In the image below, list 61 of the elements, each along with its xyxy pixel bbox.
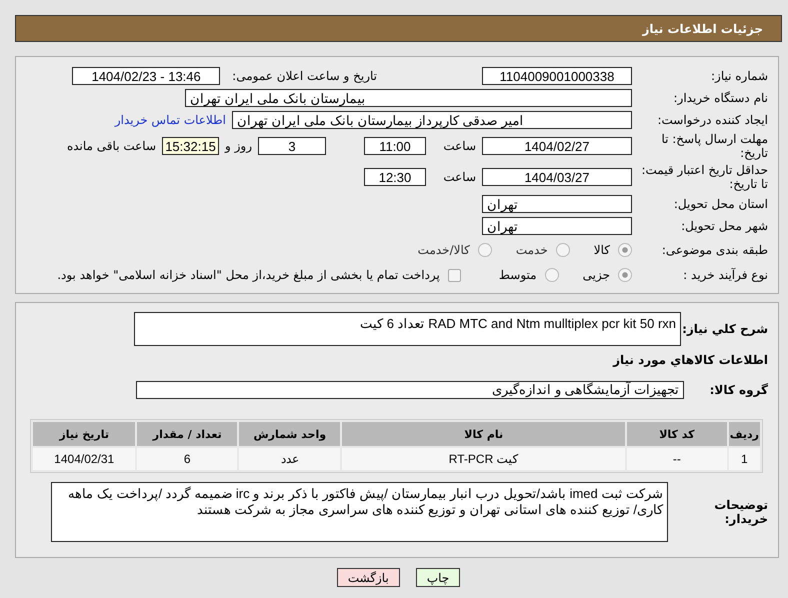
- radio-button[interactable]: [478, 243, 492, 257]
- field-label: حداقل تاریخ اعتبار قیمت: تا تاریخ:: [640, 163, 769, 191]
- field-label: توضیحات خریدار:: [713, 498, 769, 526]
- remaining-time-field: 15:32:15: [162, 137, 219, 155]
- radio-button[interactable]: [618, 243, 632, 257]
- radio-label: كالا: [594, 243, 610, 257]
- field-label: شماره نیاز:: [710, 69, 769, 83]
- days-label: روز و: [225, 139, 252, 153]
- column-header: واحد شمارش: [239, 422, 340, 446]
- deadline-date-field: 1404/02/27: [482, 137, 632, 155]
- field-label: مهلت ارسال پاسخ: تا تاریخ:: [660, 132, 769, 160]
- validity-time-field: 12:30: [364, 168, 426, 186]
- field-label: شرح کلي نياز:: [681, 322, 769, 336]
- column-header: کد کالا: [626, 422, 727, 446]
- table-cell: عدد: [239, 448, 340, 470]
- radio-label: جزیی: [582, 268, 610, 282]
- table-cell: کیت RT-PCR: [342, 448, 625, 470]
- radio-label: كالا/خدمت: [418, 243, 470, 257]
- print-button[interactable]: چاپ: [416, 568, 460, 587]
- field-label: گروه کالا:: [708, 383, 769, 397]
- city-field: تهران: [482, 217, 632, 235]
- field-label: نوع فرآیند خرید :: [682, 268, 769, 282]
- goods-group-field: تجهیزات آزمایشگاهی و اندازه‌گیری: [136, 381, 684, 399]
- need-number-field: 1104009001000338: [482, 67, 632, 85]
- table-cell: 6: [137, 448, 238, 470]
- column-header: تعداد / مقدار: [137, 422, 238, 446]
- field-label: طبقه بندی موضوعی:: [660, 243, 769, 257]
- field-label: ایجاد کننده درخواست:: [656, 113, 769, 127]
- field-label: شهر محل تحویل:: [680, 219, 769, 233]
- column-header: ردیف: [728, 422, 760, 446]
- field-label: نام دستگاه خریدار:: [672, 91, 769, 105]
- buyer-contact-link[interactable]: اطلاعات تماس خریدار: [114, 113, 226, 127]
- table-cell: 1404/02/31: [33, 448, 136, 470]
- buyer-org-field: بیمارستان بانک ملی ایران تهران: [185, 89, 632, 107]
- table-cell: 1: [728, 448, 760, 470]
- province-field: تهران: [482, 195, 632, 213]
- field-label: استان محل تحویل:: [672, 197, 769, 211]
- time-label: ساعت: [442, 170, 477, 184]
- summary-field: RAD MTC and Ntm mulltiplex pcr kit 50 rxn تعداد 6 کیت: [134, 312, 681, 346]
- time-label: ساعت: [442, 139, 477, 153]
- remaining-label: ساعت باقی مانده: [66, 139, 156, 153]
- radio-button[interactable]: [556, 243, 570, 257]
- deadline-time-field: 11:00: [364, 137, 426, 155]
- requester-field: امیر صدقی کارپرداز بیمارستان بانک ملی ایران تهران: [232, 111, 632, 129]
- page-header: جزئیات اطلاعات نیاز: [15, 15, 782, 42]
- field-label: تاریخ و ساعت اعلان عمومی:: [232, 69, 377, 83]
- column-header: تاریخ نیاز: [33, 422, 136, 446]
- announce-date-field: 1404/02/23 - 13:46: [72, 67, 220, 85]
- radio-button[interactable]: [544, 268, 559, 282]
- column-header: نام کالا: [342, 422, 625, 446]
- radio-label: خدمت: [516, 243, 548, 257]
- checkbox[interactable]: [448, 268, 461, 282]
- validity-date-field: 1404/03/27: [482, 168, 632, 186]
- radio-label: متوسط: [498, 268, 537, 282]
- table-cell: --: [626, 448, 727, 470]
- section-heading: اطلاعات كالاهاي مورد نياز: [612, 353, 769, 367]
- back-button[interactable]: بازگشت: [336, 568, 400, 587]
- days-field: 3: [258, 137, 326, 155]
- buyer-notes-field: شرکت ثبت imed باشد/تحویل درب انبار بیمارستان /پیش فاکتور با ذکر برند و irc ضمیمه گردد /پرداخت یک ماهه کاری/ توزیع کننده های استانی تهران و توزیع کننده های سراسری مجاز به شرکت هستند: [51, 482, 668, 542]
- treasury-note: پرداخت تمام یا بخشی از مبلغ خرید،از محل "اسناد خزانه اسلامی" خواهد بود.: [57, 268, 440, 282]
- radio-button[interactable]: [618, 268, 632, 282]
